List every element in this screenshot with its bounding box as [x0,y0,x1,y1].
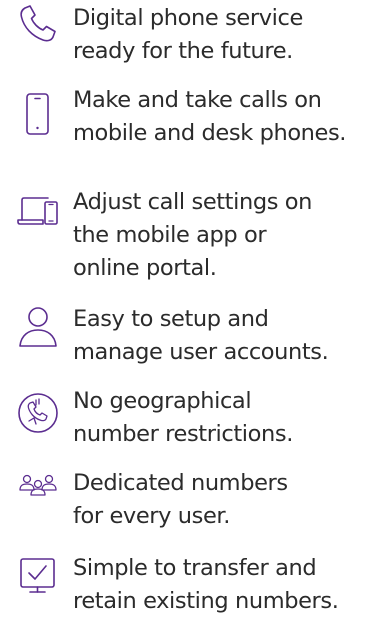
user-icon [16,305,60,349]
feature-item: Simple to transfer and retain existing n… [0,552,376,628]
no-geography-phone-icon [16,391,60,435]
feature-item: Dedicated numbers for every user. [0,467,376,537]
feature-text: Simple to transfer and retain existing n… [73,555,339,614]
phone-handset-icon [16,2,60,46]
feature-text: Easy to setup and manage user accounts. [73,306,329,365]
feature-item: No geographical number restrictions. [0,385,376,455]
transfer-check-icon [16,554,60,598]
feature-text: No geographical number restrictions. [73,388,293,447]
feature-text: Adjust call settings on the mobile app o… [73,189,313,281]
feature-item: Easy to setup and manage user accounts. [0,303,376,373]
feature-text: Make and take calls on mobile and desk p… [73,87,347,146]
user-group-icon [16,463,60,507]
feature-list: Digital phone service ready for the futu… [0,0,376,630]
mobile-phone-icon [16,92,60,136]
feature-item: Digital phone service ready for the futu… [0,2,376,72]
feature-item: Adjust call settings on the mobile app o… [0,186,376,286]
laptop-mobile-icon [16,190,60,234]
feature-text: Dedicated numbers for every user. [73,470,288,529]
feature-item: Make and take calls on mobile and desk p… [0,84,376,154]
feature-text: Digital phone service ready for the futu… [73,5,303,64]
